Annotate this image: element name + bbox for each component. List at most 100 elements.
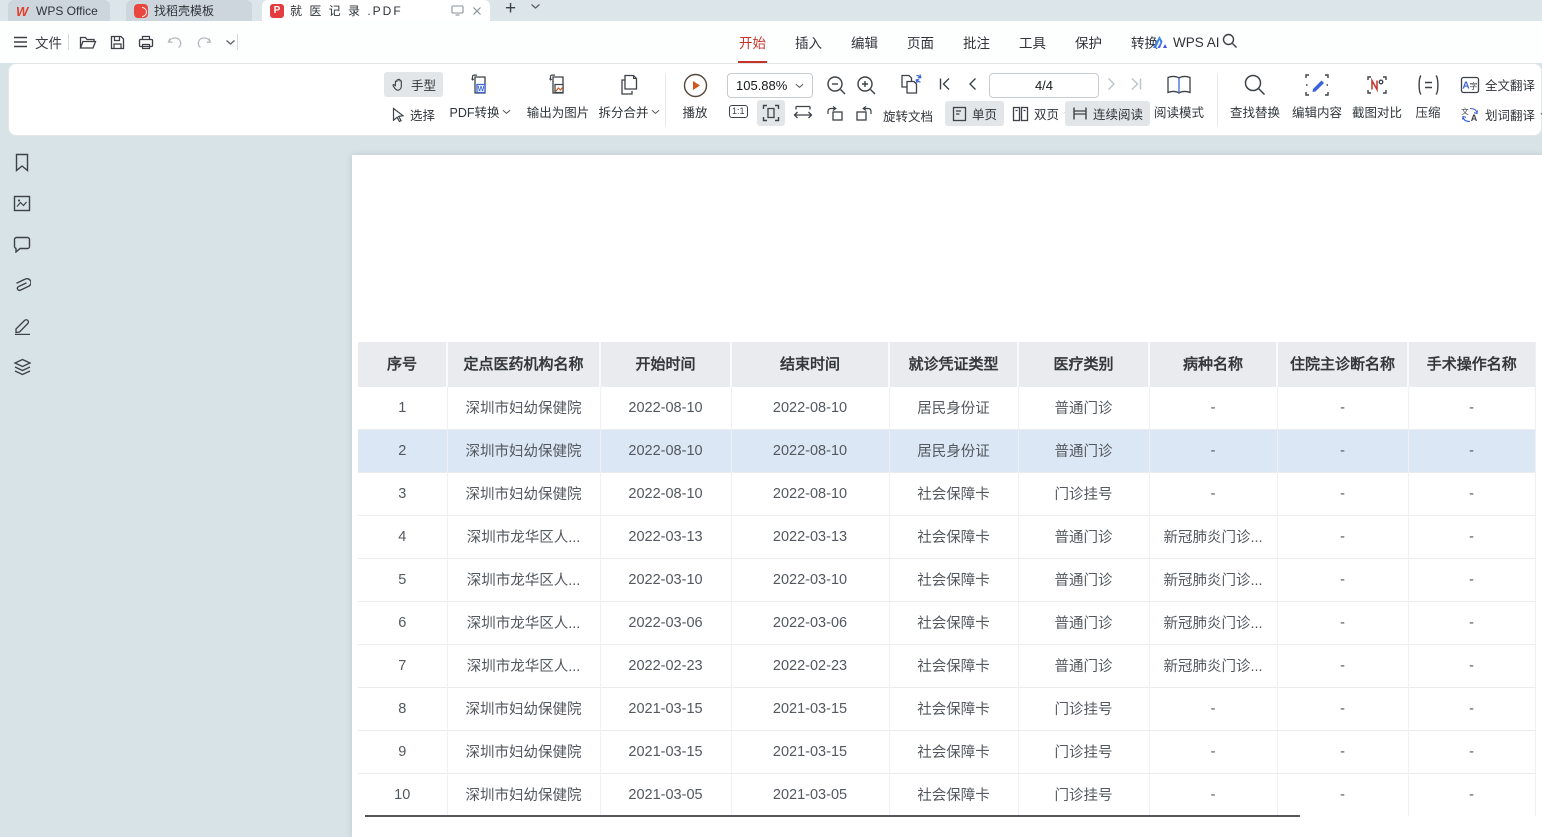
table-cell: 社会保障卡 [889, 601, 1018, 644]
new-tab-button[interactable]: + [505, 0, 516, 20]
table-row: 10深圳市妇幼保健院2021-03-052021-03-05社会保障卡门诊挂号-… [358, 773, 1535, 816]
thumbnail-icon[interactable] [10, 191, 34, 215]
tab-medical-record-pdf[interactable]: P 就 医 记 录 .PDF [262, 0, 490, 21]
play-button[interactable]: 播放 [673, 71, 717, 121]
page-indicator: 4/4 [1035, 78, 1053, 93]
table-cell: 社会保障卡 [889, 472, 1018, 515]
zoom-out-button[interactable] [826, 75, 847, 96]
table-cell: - [1408, 601, 1535, 644]
table-cell: 2022-02-23 [731, 644, 889, 687]
table-cell: 新冠肺炎门诊... [1149, 558, 1277, 601]
fit-page-icon [762, 104, 780, 122]
menu-item-home[interactable]: 开始 [738, 21, 767, 64]
print-icon[interactable] [138, 35, 154, 50]
file-menu-button[interactable]: 文件 [35, 32, 62, 52]
rotate-right-button[interactable] [851, 102, 878, 125]
table-row: 3深圳市妇幼保健院2022-08-102022-08-10社会保障卡门诊挂号--… [358, 472, 1535, 515]
table-cell: 深圳市妇幼保健院 [447, 773, 600, 816]
table-cell: 新冠肺炎门诊... [1149, 515, 1277, 558]
table-row: 2深圳市妇幼保健院2022-08-102022-08-10居民身份证普通门诊--… [358, 429, 1535, 472]
menu-item-annotate[interactable]: 批注 [962, 21, 991, 64]
table-cell: - [1408, 773, 1535, 816]
split-merge-button[interactable]: 拆分合并 [587, 71, 671, 121]
compress-button[interactable]: 压缩 [1405, 71, 1451, 121]
monitor-icon[interactable] [451, 5, 464, 16]
layers-icon[interactable] [10, 355, 34, 379]
table-cell: 2022-03-10 [731, 558, 889, 601]
tab-wps-office[interactable]: W WPS Office [8, 0, 110, 21]
menu-item-page[interactable]: 页面 [906, 21, 935, 64]
hand-tool-button[interactable]: 手型 [384, 72, 443, 97]
rotate-document-button[interactable]: 旋转文档 [879, 103, 937, 128]
last-page-button[interactable] [1129, 77, 1143, 91]
table-cell: - [1277, 601, 1408, 644]
table-cell: 门诊挂号 [1018, 687, 1149, 730]
pdf-convert-button[interactable]: W PDF转换 [441, 71, 519, 121]
save-icon[interactable] [110, 35, 125, 50]
single-page-button[interactable]: 单页 [945, 101, 1004, 126]
column-header: 住院主诊断名称 [1277, 342, 1408, 386]
main-menu-icon[interactable] [13, 36, 28, 48]
one-to-one-icon: 1:1 [729, 105, 748, 118]
tab-list-chevron-icon[interactable] [530, 3, 541, 10]
rotate-left-icon [825, 105, 844, 122]
export-image-icon [545, 72, 571, 98]
full-text-translate-button[interactable]: A字 全文翻译 [1453, 72, 1542, 97]
screenshot-compare-button[interactable]: 截图对比 [1345, 71, 1409, 121]
zoom-in-button[interactable] [856, 75, 877, 96]
table-cell: 2 [358, 429, 447, 472]
redo-icon[interactable] [196, 35, 212, 49]
fit-width-button[interactable] [789, 102, 817, 123]
menu-item-protect[interactable]: 保护 [1074, 21, 1103, 64]
table-cell: 2022-03-06 [731, 601, 889, 644]
swap-pages-button[interactable] [897, 72, 925, 98]
column-header: 开始时间 [600, 342, 731, 386]
table-row: 5深圳市龙华区人...2022-03-102022-03-10社会保障卡普通门诊… [358, 558, 1535, 601]
edit-content-button[interactable]: 编辑内容 [1285, 71, 1349, 121]
column-header: 定点医药机构名称 [447, 342, 600, 386]
zoom-in-icon [856, 75, 877, 96]
table-header-row: 序号定点医药机构名称开始时间结束时间就诊凭证类型医疗类别病种名称住院主诊断名称手… [358, 342, 1535, 386]
menu-search-icon[interactable] [1222, 33, 1238, 49]
table-cell: 2021-03-05 [600, 773, 731, 816]
table-cell: 居民身份证 [889, 386, 1018, 429]
undo-icon[interactable] [167, 35, 183, 49]
table-cell: 社会保障卡 [889, 730, 1018, 773]
table-cell: 5 [358, 558, 447, 601]
word-translate-button[interactable]: 文A 划词翻译 [1453, 102, 1542, 127]
menu-item-tools[interactable]: 工具 [1018, 21, 1047, 64]
attachment-icon[interactable] [10, 273, 34, 297]
page-number-input[interactable]: 4/4 [989, 73, 1099, 98]
signature-icon[interactable] [10, 314, 34, 338]
first-page-button[interactable] [938, 77, 952, 91]
read-mode-button[interactable]: 阅读模式 [1149, 71, 1209, 121]
bookmark-icon[interactable] [10, 150, 34, 174]
chevron-down-icon [795, 83, 804, 89]
close-tab-icon[interactable] [472, 6, 482, 16]
play-icon [683, 73, 708, 98]
table-row: 1深圳市妇幼保健院2022-08-102022-08-10居民身份证普通门诊--… [358, 386, 1535, 429]
fit-page-button[interactable] [757, 100, 785, 126]
docer-icon [134, 4, 148, 18]
find-replace-button[interactable]: 查找替换 [1223, 71, 1287, 121]
wps-ai-icon [1152, 35, 1168, 49]
table-cell: 深圳市妇幼保健院 [447, 386, 600, 429]
double-page-icon [1012, 106, 1029, 122]
single-page-icon [952, 106, 967, 122]
continuous-reading-button[interactable]: 连续阅读 [1065, 101, 1150, 126]
comment-icon[interactable] [10, 232, 34, 256]
open-file-icon[interactable] [79, 35, 97, 50]
actual-size-button[interactable]: 1:1 [725, 102, 752, 121]
history-chevron-icon[interactable] [225, 39, 236, 46]
table-bottom-border [365, 815, 1300, 817]
zoom-level-combobox[interactable]: 105.88% [727, 73, 813, 98]
menu-item-edit[interactable]: 编辑 [850, 21, 879, 64]
previous-page-button[interactable] [967, 77, 977, 91]
table-cell: 2022-08-10 [600, 472, 731, 515]
select-tool-button[interactable]: 选择 [384, 102, 442, 127]
next-page-button[interactable] [1107, 77, 1117, 91]
rotate-left-button[interactable] [821, 102, 848, 125]
tab-docer-templates[interactable]: 找稻壳模板 [126, 0, 252, 21]
wps-ai-button[interactable]: WPS AI [1152, 21, 1220, 63]
menu-item-insert[interactable]: 插入 [794, 21, 823, 64]
